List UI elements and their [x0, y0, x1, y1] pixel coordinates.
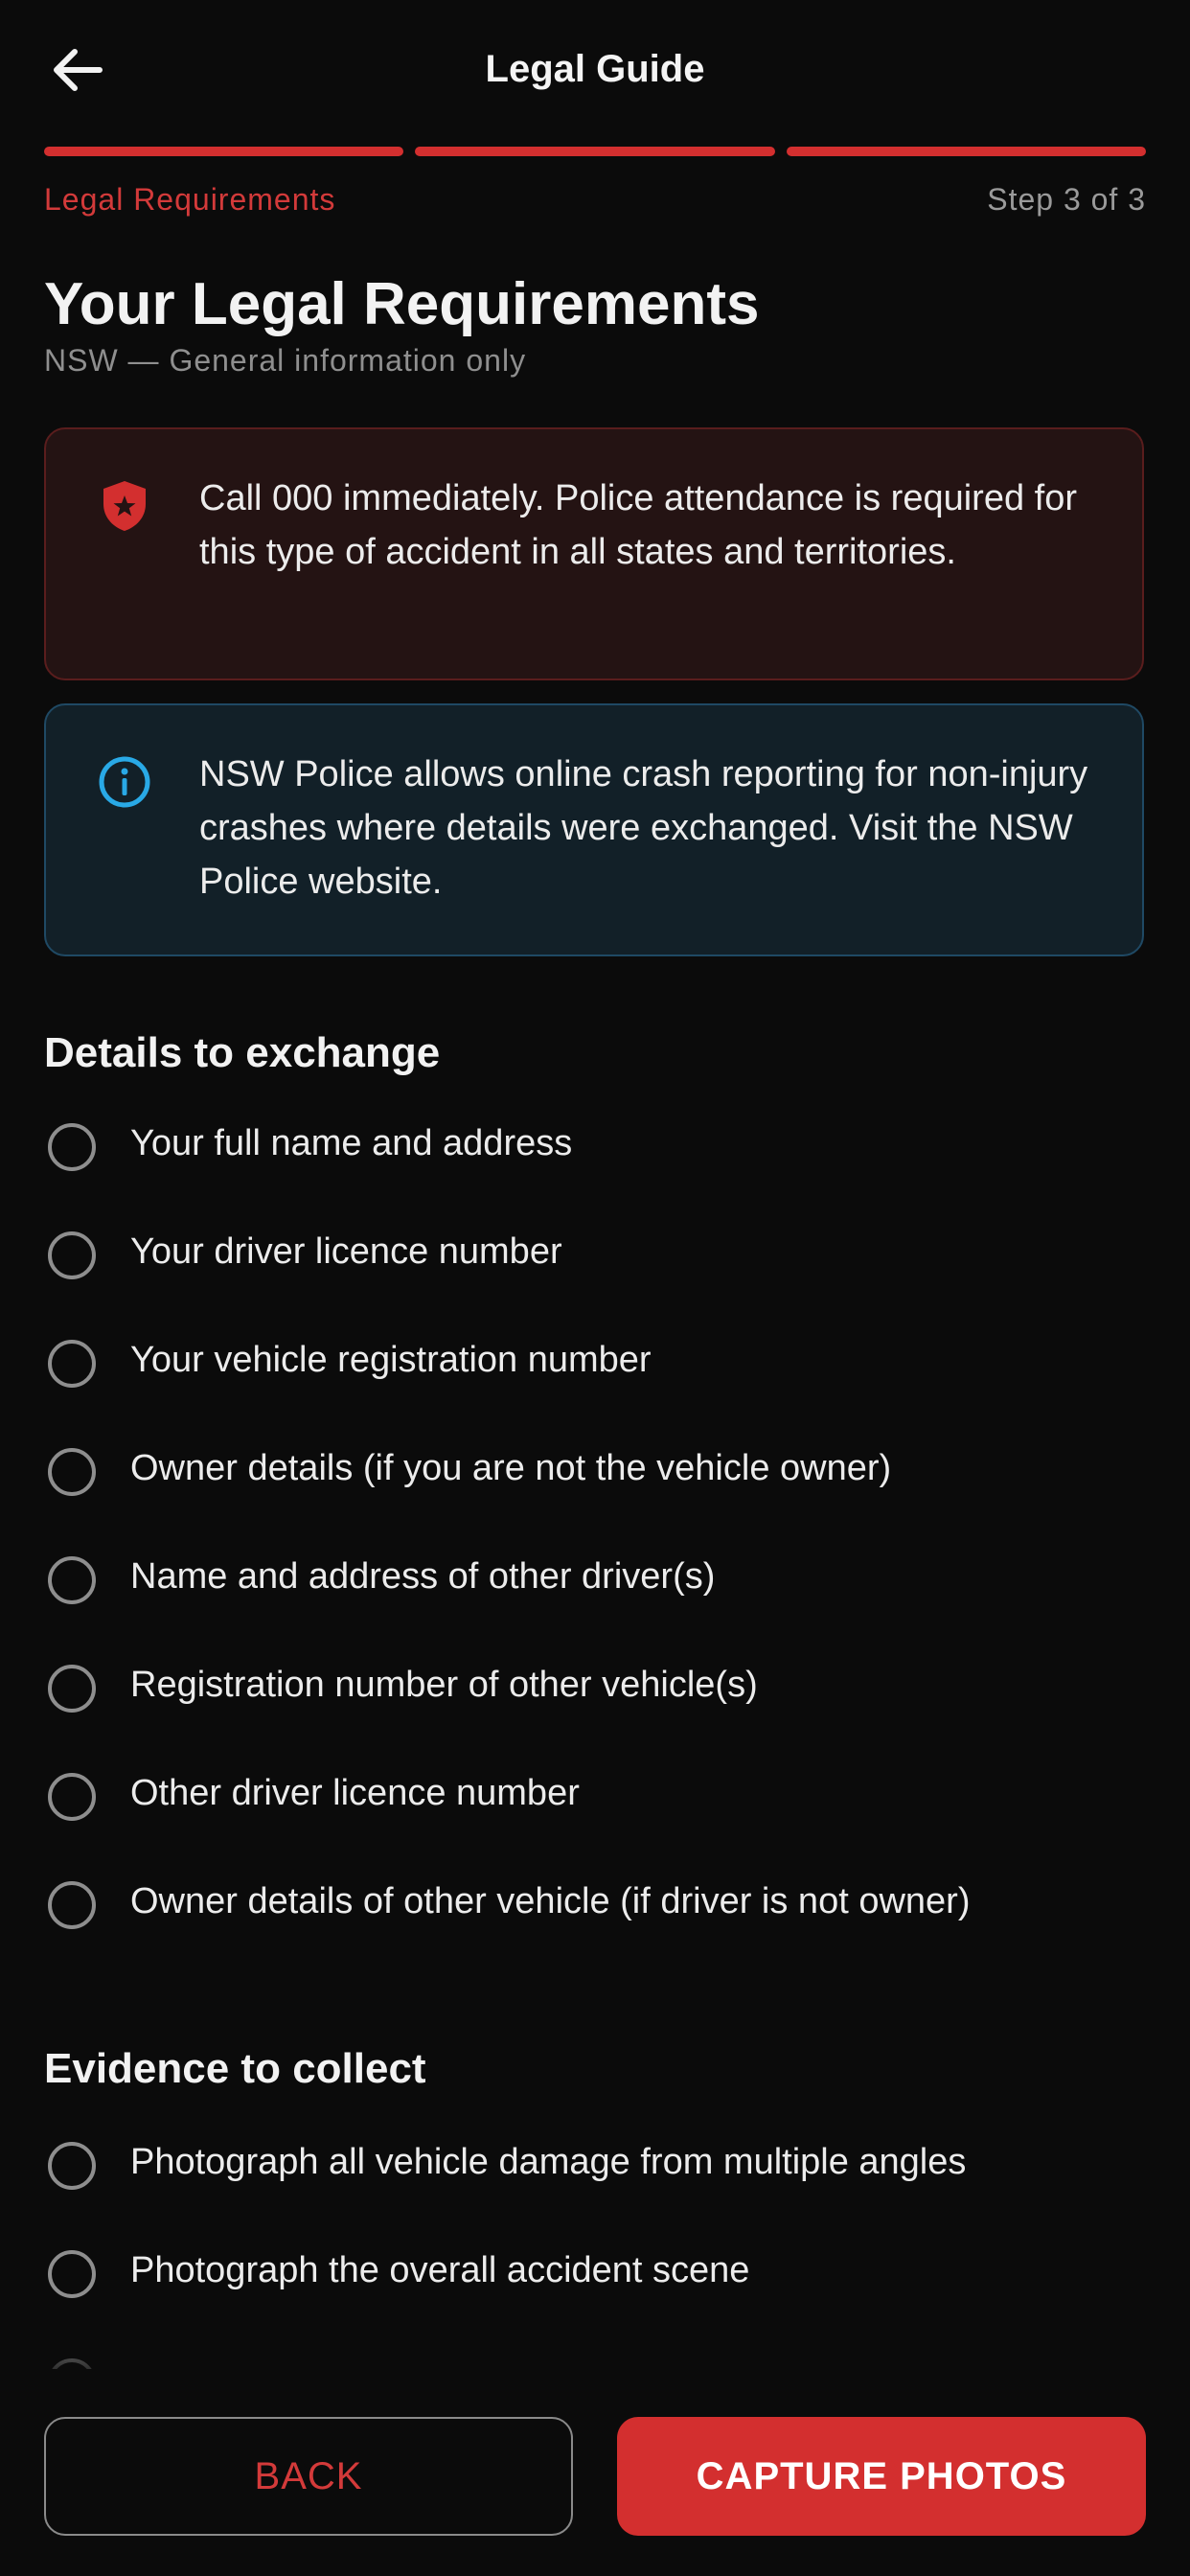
- checklist-item[interactable]: Name and address of other driver(s): [44, 1551, 1152, 1618]
- progress-segment-1: [44, 147, 404, 156]
- checklist-item-label: Photograph the overall accident scene: [130, 2250, 750, 2290]
- online-reporting-info-card: NSW Police allows online crash reporting…: [44, 703, 1144, 956]
- checklist-item-label: Owner details of other vehicle (if drive…: [130, 1881, 971, 1921]
- app-header: Legal Guide: [0, 0, 1190, 144]
- checklist-item[interactable]: Your full name and address: [44, 1117, 1152, 1184]
- checkbox-circle-icon[interactable]: [48, 2250, 96, 2298]
- checklist-item[interactable]: Your driver licence number: [44, 1226, 1152, 1293]
- checklist-item[interactable]: Registration number of other vehicle(s): [44, 1659, 1152, 1726]
- page-title: Your Legal Requirements: [44, 271, 760, 337]
- checkbox-circle-icon[interactable]: [48, 1123, 96, 1171]
- checkbox-circle-icon[interactable]: [48, 1773, 96, 1821]
- checkbox-circle-icon[interactable]: [48, 1665, 96, 1713]
- checklist-item[interactable]: Other driver licence number: [44, 1767, 1152, 1834]
- checklist-item[interactable]: Owner details (if you are not the vehicl…: [44, 1442, 1152, 1509]
- progress-segment-2: [415, 147, 775, 156]
- header-title: Legal Guide: [485, 48, 705, 90]
- checklist-item-label: Your driver licence number: [130, 1231, 562, 1272]
- checklist-item-label: Your full name and address: [130, 1123, 573, 1163]
- checklist-item-label: Photograph all vehicle damage from multi…: [130, 2142, 967, 2182]
- checkbox-circle-icon[interactable]: [48, 1881, 96, 1929]
- checklist-item-label: Name and address of other driver(s): [130, 1556, 716, 1597]
- evidence-section-heading: Evidence to collect: [44, 2045, 426, 2092]
- footer-action-bar: BACK CAPTURE PHOTOS: [0, 2369, 1190, 2576]
- checklist-item-label: Other driver licence number: [130, 1773, 580, 1813]
- step-row: Legal Requirements Step 3 of 3: [44, 182, 1146, 220]
- checklist-item[interactable]: Your vehicle registration number: [44, 1334, 1152, 1401]
- info-icon: [99, 756, 150, 808]
- back-button[interactable]: BACK: [44, 2417, 573, 2536]
- police-alert-text: Call 000 immediately. Police attendance …: [199, 478, 1077, 572]
- page-subtitle: NSW — General information only: [44, 343, 527, 378]
- checklist-item-label: Registration number of other vehicle(s): [130, 1665, 758, 1705]
- police-badge-icon: [103, 481, 146, 531]
- step-count: Step 3 of 3: [987, 182, 1146, 217]
- checklist-item[interactable]: Photograph the overall accident scene: [44, 2244, 1152, 2312]
- checkbox-circle-icon[interactable]: [48, 1556, 96, 1604]
- online-reporting-info-text: NSW Police allows online crash reporting…: [199, 754, 1088, 902]
- checklist-item-label: Your vehicle registration number: [130, 1340, 652, 1380]
- checklist-item[interactable]: Photograph all vehicle damage from multi…: [44, 2136, 1152, 2203]
- checkbox-circle-icon[interactable]: [48, 2142, 96, 2190]
- capture-photos-button[interactable]: CAPTURE PHOTOS: [617, 2417, 1146, 2536]
- checkbox-circle-icon[interactable]: [48, 1448, 96, 1496]
- checkbox-circle-icon[interactable]: [48, 1340, 96, 1388]
- police-alert-card: Call 000 immediately. Police attendance …: [44, 427, 1144, 680]
- details-section-heading: Details to exchange: [44, 1029, 441, 1076]
- checklist-item-label: Owner details (if you are not the vehicl…: [130, 1448, 892, 1488]
- checkbox-circle-icon[interactable]: [48, 1231, 96, 1279]
- step-label: Legal Requirements: [44, 182, 336, 217]
- progress-segment-3: [786, 147, 1146, 156]
- checklist-item[interactable]: Owner details of other vehicle (if drive…: [44, 1875, 1152, 1943]
- step-progress-bar: [44, 147, 1146, 156]
